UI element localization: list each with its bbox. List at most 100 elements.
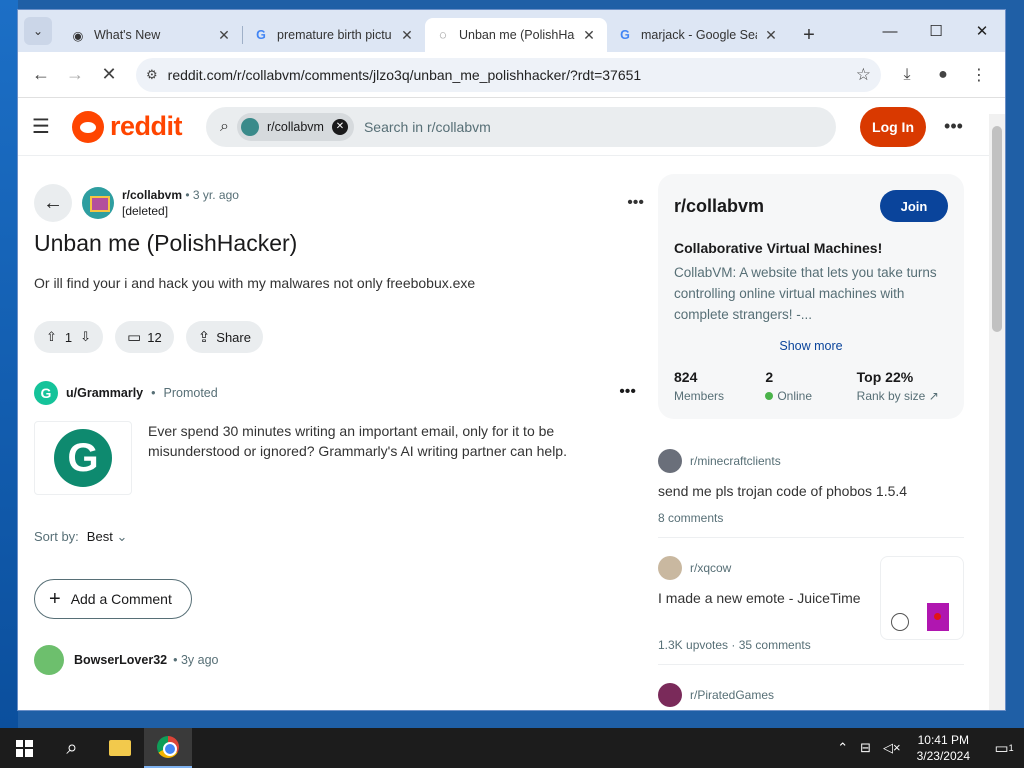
back-arrow-icon[interactable]: ← (34, 184, 72, 222)
scrollbar-thumb[interactable] (992, 126, 1002, 332)
stat-members: 824 Members (674, 369, 725, 403)
subreddit-name[interactable]: r/collabvm (674, 196, 764, 217)
share-icon: ⇪ (197, 329, 211, 346)
search-placeholder[interactable]: Search in r/collabvm (364, 119, 491, 135)
google-icon: G (620, 28, 630, 42)
promo-menu-icon[interactable]: ••• (619, 383, 636, 401)
tab-premature-birth[interactable]: G premature birth pictu ✕ (243, 18, 425, 52)
promo-image[interactable]: G (34, 421, 132, 495)
chevron-up-icon[interactable]: ⌃ (837, 740, 848, 756)
close-tab-icon[interactable]: ✕ (399, 27, 415, 44)
promo-text[interactable]: Ever spend 30 minutes writing an importa… (148, 421, 578, 495)
google-icon: G (256, 28, 266, 42)
subreddit-link[interactable]: r/collabvm (122, 188, 182, 202)
post-menu-icon[interactable]: ••• (627, 194, 644, 212)
login-button[interactable]: Log In (860, 106, 927, 147)
feed-subreddit[interactable]: r/PiratedGames (690, 688, 774, 702)
show-more-button[interactable]: Show more (674, 339, 948, 353)
share-button[interactable]: ⇪ Share (185, 321, 263, 353)
related-post[interactable]: r/xqcow I made a new emote - JuiceTime 1… (658, 556, 964, 665)
close-window-button[interactable]: ✕ (959, 10, 1005, 52)
sidebar: r/collabvm Join Collaborative Virtual Ma… (658, 174, 964, 710)
reddit-logo[interactable]: reddit (72, 110, 183, 143)
comments-button[interactable]: ▭ 12 (115, 321, 174, 353)
add-comment-button[interactable]: + Add a Comment (34, 579, 192, 619)
volume-muted-icon[interactable]: ◁× (883, 740, 901, 756)
promoted-post[interactable]: G u/Grammarly • Promoted ••• G Ever spen… (34, 381, 644, 495)
related-post[interactable]: r/PiratedGames (658, 683, 964, 710)
subreddit-search-chip[interactable]: r/collabvm ✕ (236, 112, 354, 141)
join-button[interactable]: Join (880, 190, 948, 222)
minimize-button[interactable]: — (867, 10, 913, 52)
download-icon[interactable]: ⤓ (889, 60, 925, 90)
sort-label: Sort by: (34, 529, 79, 544)
clock[interactable]: 10:41 PM 3/23/2024 (917, 732, 970, 764)
online-dot-icon (765, 392, 774, 400)
url-text[interactable]: reddit.com/r/collabvm/comments/jlzo3q/un… (168, 67, 856, 83)
search-icon: ⌕ (220, 117, 229, 135)
tab-title: marjack - Google Sea (641, 28, 757, 42)
share-label: Share (216, 329, 251, 345)
start-button[interactable] (0, 728, 48, 768)
subreddit-icon (240, 117, 259, 136)
feed-meta: 8 comments (658, 511, 724, 525)
reddit-search-bar[interactable]: ⌕ r/collabvm ✕ Search in r/collabvm (206, 106, 837, 147)
file-explorer-icon[interactable] (96, 728, 144, 768)
post-thumbnail[interactable] (880, 556, 964, 640)
tab-search-button[interactable]: ⌄ (24, 17, 52, 45)
close-tab-icon[interactable]: ✕ (216, 27, 232, 44)
notification-icon[interactable]: ▭ 1 (984, 739, 1024, 757)
stat-rank[interactable]: Top 22% Rank by size ↗ (857, 369, 948, 403)
chrome-taskbar-icon[interactable] (144, 728, 192, 768)
feed-subreddit[interactable]: r/minecraftclients (690, 454, 781, 468)
avatar[interactable] (34, 645, 64, 675)
close-tab-icon[interactable]: ✕ (763, 27, 779, 44)
vote-count: 1 (64, 329, 73, 345)
related-post[interactable]: r/minecraftclients send me pls trojan co… (658, 449, 964, 538)
subreddit-headline: Collaborative Virtual Machines! (674, 240, 883, 256)
comment-user[interactable]: BowserLover32 (74, 653, 167, 667)
back-button[interactable]: ← (26, 60, 56, 90)
remove-chip-icon[interactable]: ✕ (331, 118, 348, 135)
tab-whats-new[interactable]: ◉ What's New ✕ (60, 18, 242, 52)
subreddit-stats: 824 Members 2 Online Top 22% Rank by size ↗ (674, 369, 948, 403)
upvote-icon[interactable]: ⇧ (46, 329, 57, 345)
chip-label: r/collabvm (266, 119, 324, 134)
external-link-icon: ↗ (928, 389, 939, 403)
chrome-icon: ◉ (72, 28, 84, 43)
page-scrollbar[interactable] (989, 114, 1005, 710)
network-icon[interactable]: ⊟ (860, 740, 871, 756)
subreddit-description: CollabVM: A website that lets you take t… (674, 265, 937, 322)
new-tab-button[interactable]: + (795, 21, 823, 49)
tab-unban-me[interactable]: ◌ Unban me (PolishHac ✕ (425, 18, 607, 52)
sort-value[interactable]: Best (87, 529, 113, 544)
address-bar[interactable]: ⚙ reddit.com/r/collabvm/comments/jlzo3q/… (136, 57, 881, 92)
bookmark-star-icon[interactable]: ☆ (856, 65, 871, 85)
window-controls: — ☐ ✕ (867, 10, 1005, 52)
hamburger-menu-icon[interactable]: ☰ (32, 114, 58, 139)
windows-logo-icon (15, 739, 33, 757)
profile-icon[interactable]: ● (925, 60, 961, 90)
post-body: Or ill find your i and hack you with my … (34, 275, 476, 291)
promo-user[interactable]: u/Grammarly (66, 386, 143, 400)
maximize-button[interactable]: ☐ (913, 10, 959, 52)
more-options-icon[interactable]: ••• (944, 116, 963, 137)
forward-button[interactable]: → (60, 60, 90, 90)
menu-kebab-icon[interactable]: ⋮ (961, 60, 997, 90)
play-icon (891, 613, 909, 631)
feed-title[interactable]: send me pls trojan code of phobos 1.5.4 (658, 483, 964, 499)
comment-icon: ▭ (127, 329, 142, 346)
downvote-icon[interactable]: ⇩ (80, 329, 91, 345)
close-tab-icon[interactable]: ✕ (581, 27, 597, 44)
tab-marjack[interactable]: G marjack - Google Sea ✕ (607, 18, 789, 52)
stop-loading-button[interactable]: ✕ (94, 60, 124, 90)
search-icon[interactable]: ⌕ (48, 728, 96, 768)
subreddit-avatar (658, 556, 682, 580)
sort-control[interactable]: Sort by: Best ⌄ (34, 529, 644, 545)
clock-time: 10:41 PM (917, 733, 969, 747)
reddit-snoo-icon (72, 110, 104, 143)
subreddit-avatar (658, 683, 682, 707)
subreddit-avatar[interactable] (82, 187, 114, 219)
feed-subreddit[interactable]: r/xqcow (690, 561, 731, 575)
site-info-icon[interactable]: ⚙ (146, 67, 158, 83)
